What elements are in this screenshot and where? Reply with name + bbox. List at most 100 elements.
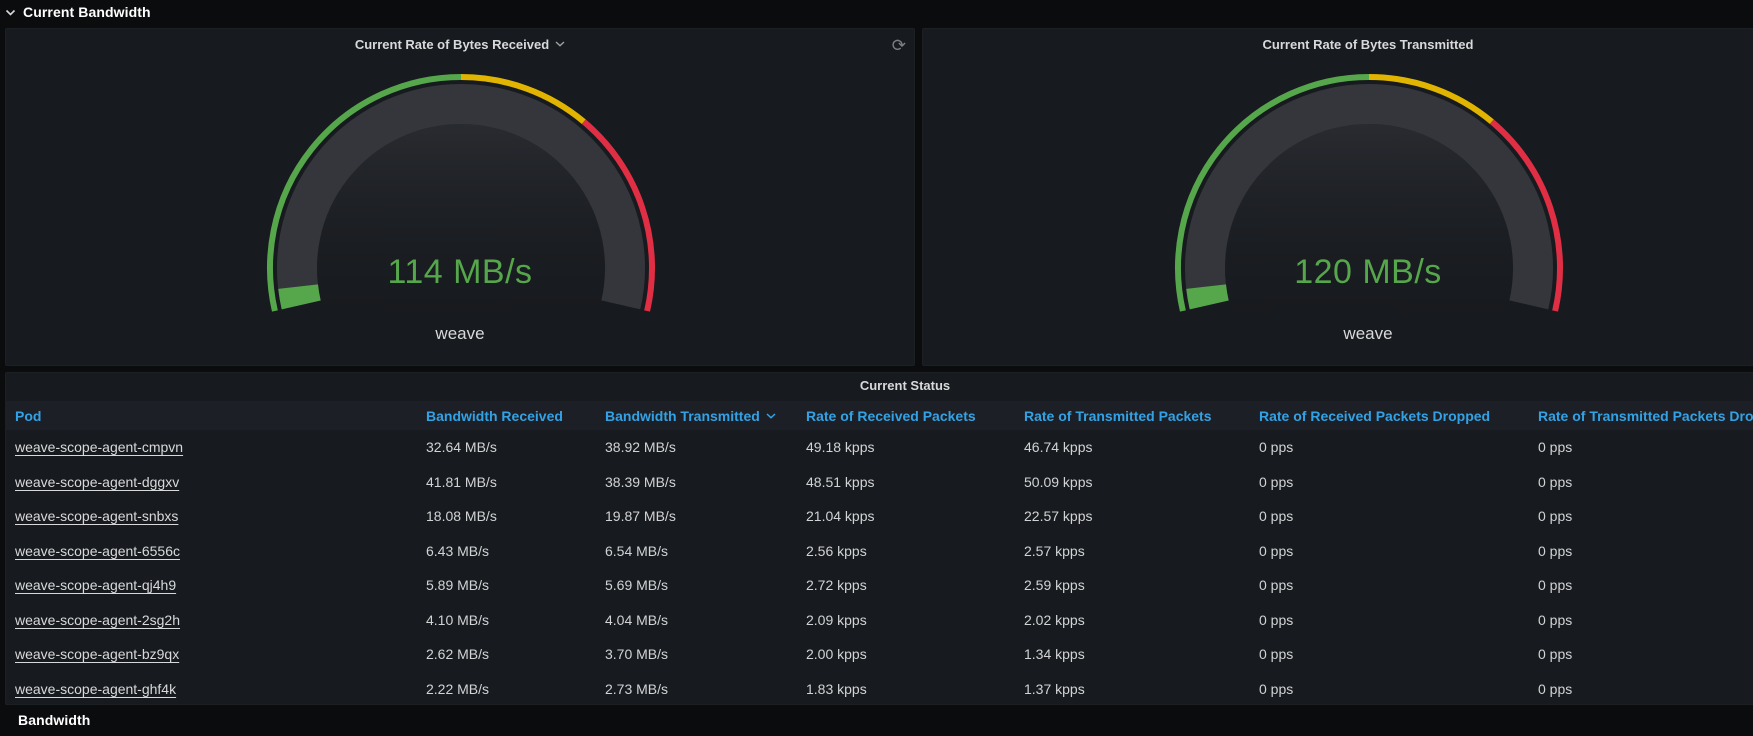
row-title: Current Bandwidth <box>23 4 151 20</box>
table-cell: 38.92 MB/s <box>605 439 806 455</box>
table-title: Current Status <box>6 378 1753 393</box>
column-header-rate-of-transmitted-packets-dropped[interactable]: Rate of Transmitted Packets Dropped <box>1538 408 1753 424</box>
pod-link[interactable]: weave-scope-agent-dggxv <box>15 474 426 490</box>
column-header-rate-of-transmitted-packets[interactable]: Rate of Transmitted Packets <box>1024 408 1259 424</box>
table-cell: 50.09 kpps <box>1024 474 1259 490</box>
pod-link[interactable]: weave-scope-agent-bz9qx <box>15 646 426 662</box>
refresh-icon[interactable]: ⟳ <box>892 37 906 54</box>
table-row: weave-scope-agent-qj4h95.89 MB/s5.69 MB/… <box>6 568 1753 603</box>
table-cell: 0 pps <box>1259 439 1538 455</box>
gauge-entity-label: weave <box>6 324 914 344</box>
pod-link[interactable]: weave-scope-agent-6556c <box>15 543 426 559</box>
table-cell: 0 pps <box>1259 612 1538 628</box>
gauge-bytes-received <box>6 29 914 365</box>
table-row: weave-scope-agent-snbxs18.08 MB/s19.87 M… <box>6 499 1753 534</box>
column-header-label: Pod <box>15 408 41 424</box>
table-body: weave-scope-agent-cmpvn32.64 MB/s38.92 M… <box>6 430 1753 704</box>
table-cell: 2.22 MB/s <box>426 681 605 697</box>
table-cell: 0 pps <box>1538 577 1753 593</box>
table-cell: 0 pps <box>1259 543 1538 559</box>
table-cell: 5.89 MB/s <box>426 577 605 593</box>
table-cell: 41.81 MB/s <box>426 474 605 490</box>
table-row: weave-scope-agent-bz9qx2.62 MB/s3.70 MB/… <box>6 637 1753 672</box>
table-cell: 2.57 kpps <box>1024 543 1259 559</box>
table-header-row: Pod Bandwidth Received Bandwidth Transmitt… <box>6 401 1753 430</box>
column-header-label: Bandwidth Transmitted <box>605 408 760 424</box>
table-cell: 46.74 kpps <box>1024 439 1259 455</box>
column-header-label: Rate of Transmitted Packets <box>1024 408 1212 424</box>
table-cell: 19.87 MB/s <box>605 508 806 524</box>
table-cell: 2.59 kpps <box>1024 577 1259 593</box>
table-cell: 2.02 kpps <box>1024 612 1259 628</box>
gauge-value: 120 MB/s <box>923 253 1753 292</box>
table-cell: 1.34 kpps <box>1024 646 1259 662</box>
table-cell: 2.56 kpps <box>806 543 1024 559</box>
table-cell: 5.69 MB/s <box>605 577 806 593</box>
table-cell: 0 pps <box>1538 474 1753 490</box>
table-cell: 6.43 MB/s <box>426 543 605 559</box>
table-cell: 2.73 MB/s <box>605 681 806 697</box>
column-header-bandwidth-transmitted[interactable]: Bandwidth Transmitted <box>605 408 806 424</box>
pod-link[interactable]: weave-scope-agent-ghf4k <box>15 681 426 697</box>
panel-title-row[interactable]: Current Rate of Bytes Received <box>6 29 914 59</box>
table-cell: 0 pps <box>1538 439 1753 455</box>
panel-title: Current Rate of Bytes Transmitted <box>1263 37 1474 52</box>
table-cell: 2.72 kpps <box>806 577 1024 593</box>
column-header-pod[interactable]: Pod <box>15 408 426 424</box>
table-cell: 0 pps <box>1259 508 1538 524</box>
table-cell: 38.39 MB/s <box>605 474 806 490</box>
table-cell: 4.10 MB/s <box>426 612 605 628</box>
table-cell: 4.04 MB/s <box>605 612 806 628</box>
table-row: weave-scope-agent-6556c6.43 MB/s6.54 MB/… <box>6 534 1753 569</box>
table-cell: 0 pps <box>1538 681 1753 697</box>
column-header-rate-of-received-packets-dropped[interactable]: Rate of Received Packets Dropped <box>1259 408 1538 424</box>
row-title: Bandwidth <box>18 712 90 728</box>
table-cell: 6.54 MB/s <box>605 543 806 559</box>
table-cell: 32.64 MB/s <box>426 439 605 455</box>
table-cell: 0 pps <box>1538 508 1753 524</box>
column-header-label: Rate of Received Packets <box>806 408 976 424</box>
panel-current-status: Current Status Pod Bandwidth Received Band… <box>5 372 1753 705</box>
gauge-value: 114 MB/s <box>6 253 914 292</box>
table-cell: 48.51 kpps <box>806 474 1024 490</box>
column-header-label: Rate of Transmitted Packets Dropped <box>1538 408 1753 424</box>
table-cell: 21.04 kpps <box>806 508 1024 524</box>
column-header-label: Rate of Received Packets Dropped <box>1259 408 1490 424</box>
gauge-bytes-transmitted <box>923 29 1753 365</box>
table-row: weave-scope-agent-ghf4k2.22 MB/s2.73 MB/… <box>6 672 1753 705</box>
panel-bytes-received: Current Rate of Bytes Received ⟳ 114 MB/… <box>5 28 915 366</box>
table-row: weave-scope-agent-cmpvn32.64 MB/s38.92 M… <box>6 430 1753 465</box>
table-cell: 49.18 kpps <box>806 439 1024 455</box>
pod-link[interactable]: weave-scope-agent-cmpvn <box>15 439 426 455</box>
table-cell: 0 pps <box>1259 681 1538 697</box>
row-header-bandwidth[interactable]: Bandwidth <box>0 712 90 736</box>
pod-link[interactable]: weave-scope-agent-snbxs <box>15 508 426 524</box>
table-row: weave-scope-agent-2sg2h4.10 MB/s4.04 MB/… <box>6 603 1753 638</box>
panel-bytes-transmitted: Current Rate of Bytes Transmitted 120 MB… <box>922 28 1753 366</box>
chevron-down-icon <box>555 41 565 47</box>
column-header-label: Bandwidth Received <box>426 408 563 424</box>
table-cell: 0 pps <box>1538 543 1753 559</box>
table-cell: 2.00 kpps <box>806 646 1024 662</box>
table-cell: 22.57 kpps <box>1024 508 1259 524</box>
table-cell: 0 pps <box>1538 646 1753 662</box>
sort-chevron-down-icon <box>766 413 776 419</box>
table-cell: 0 pps <box>1259 577 1538 593</box>
table-cell: 2.62 MB/s <box>426 646 605 662</box>
chevron-down-icon <box>5 9 16 16</box>
table-cell: 18.08 MB/s <box>426 508 605 524</box>
table-cell: 0 pps <box>1259 646 1538 662</box>
table-cell: 2.09 kpps <box>806 612 1024 628</box>
grafana-dashboard: { "section": { "title": "Current Bandwid… <box>0 0 1753 723</box>
pod-link[interactable]: weave-scope-agent-qj4h9 <box>15 577 426 593</box>
column-header-bandwidth-received[interactable]: Bandwidth Received <box>426 408 605 424</box>
table-cell: 0 pps <box>1538 612 1753 628</box>
gauge-entity-label: weave <box>923 324 1753 344</box>
row-header-current-bandwidth[interactable]: Current Bandwidth <box>0 0 1753 24</box>
panel-title: Current Rate of Bytes Received <box>355 37 549 52</box>
panel-title-row[interactable]: Current Rate of Bytes Transmitted <box>923 29 1753 59</box>
column-header-rate-of-received-packets[interactable]: Rate of Received Packets <box>806 408 1024 424</box>
table-cell: 3.70 MB/s <box>605 646 806 662</box>
table-cell: 1.83 kpps <box>806 681 1024 697</box>
pod-link[interactable]: weave-scope-agent-2sg2h <box>15 612 426 628</box>
